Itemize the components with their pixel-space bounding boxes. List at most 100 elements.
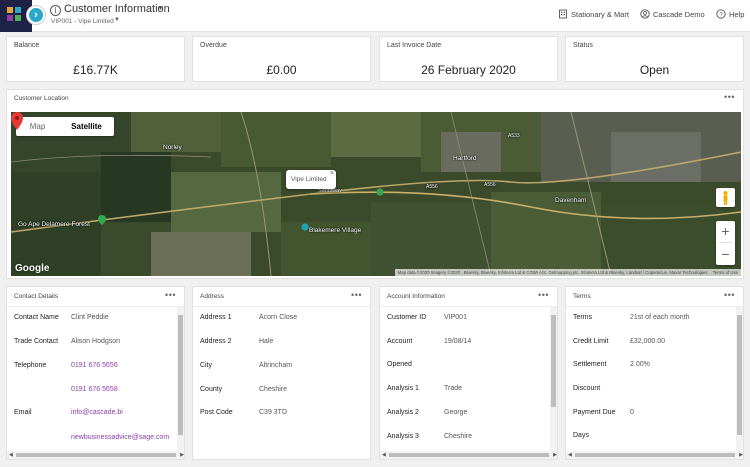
- divider: [719, 242, 732, 243]
- top-header: › i Customer Information ▼ VIP001 - Vipe…: [0, 0, 750, 32]
- detail-label: City: [200, 362, 213, 369]
- zoom-in-button[interactable]: +: [716, 221, 735, 241]
- detail-label: Address 1: [200, 314, 232, 321]
- help-link[interactable]: Help: [729, 10, 744, 19]
- vertical-scrollbar[interactable]: [736, 307, 743, 453]
- scroll-left-arrow-icon[interactable]: ◀: [382, 452, 386, 458]
- scroll-thumb[interactable]: [178, 315, 183, 435]
- record-subtitle: VIP001 - Vipe Limited: [51, 18, 114, 25]
- pegman-icon[interactable]: [716, 188, 735, 207]
- terms-of-use-link[interactable]: Terms of Use: [713, 270, 738, 275]
- horizontal-scrollbar[interactable]: ◀ ▶: [7, 451, 184, 459]
- park-marker-icon[interactable]: [98, 215, 106, 225]
- detail-value: George: [444, 409, 468, 416]
- detail-label: Credit Limit: [573, 338, 609, 345]
- divider: [193, 306, 370, 307]
- detail-value: VIP001: [444, 314, 467, 321]
- horizontal-scrollbar[interactable]: ◀ ▶: [566, 451, 743, 459]
- detail-label: Opened: [387, 361, 412, 368]
- company-selector[interactable]: Stationary & Mart: [571, 10, 629, 19]
- more-dots-icon[interactable]: •••: [351, 290, 362, 300]
- detail-label: Telephone: [14, 362, 47, 369]
- vertical-scrollbar[interactable]: [177, 307, 184, 453]
- email-link[interactable]: info@cascade.bi: [71, 409, 123, 416]
- email-link[interactable]: newbusinessadvice@sage.com: [71, 434, 169, 441]
- scroll-right-arrow-icon[interactable]: ▶: [739, 452, 743, 458]
- detail-label: Contact Name: [14, 314, 59, 321]
- kpi-card-last-invoice-date: Last Invoice Date 26 February 2020: [379, 36, 558, 82]
- horizontal-scrollbar[interactable]: ◀ ▶: [380, 451, 557, 459]
- detail-value: 2.00%: [630, 361, 650, 368]
- detail-value: Cheshire: [259, 386, 288, 393]
- more-dots-icon[interactable]: •••: [165, 290, 176, 300]
- zoom-control: + −: [716, 221, 735, 265]
- scroll-left-arrow-icon[interactable]: ◀: [568, 452, 572, 458]
- building-icon: [559, 9, 567, 19]
- zoom-out-button[interactable]: −: [716, 244, 735, 264]
- poi-marker-icon[interactable]: [376, 188, 384, 196]
- detail-value: £32,000.00: [630, 338, 666, 345]
- customer-location-panel: Customer Location ••• Map Satellite Norl…: [6, 89, 744, 279]
- forward-chevron-icon[interactable]: ›: [27, 6, 45, 24]
- more-dots-icon[interactable]: •••: [724, 290, 735, 300]
- map-attribution: Map data ©2020 Imagery ©2020 , Bluesky, …: [394, 269, 741, 276]
- title-dropdown-caret-icon[interactable]: ▼: [157, 5, 164, 12]
- panel-title: Terms: [573, 293, 591, 300]
- telephone-link[interactable]: 0191 676 5656: [71, 362, 118, 369]
- help-icon: ?: [716, 9, 726, 19]
- map-type-toggle: Map Satellite: [16, 117, 114, 136]
- kpi-value: £0.00: [266, 63, 297, 77]
- divider: [7, 306, 184, 307]
- more-dots-icon[interactable]: •••: [538, 290, 549, 300]
- kpi-value: £16.77K: [73, 63, 118, 77]
- detail-label: Customer ID: [387, 314, 427, 321]
- address-panel: Address ••• Address 1 Acorn Close Addres…: [192, 286, 371, 460]
- divider: [380, 306, 557, 307]
- detail-value: Hale: [259, 338, 274, 345]
- detail-label: Settlement: [573, 361, 607, 368]
- road-label: A533: [508, 133, 520, 139]
- detail-label: Payment Due: [573, 409, 616, 416]
- detail-value: Acorn Close: [259, 314, 298, 321]
- scroll-thumb[interactable]: [575, 453, 735, 457]
- terms-panel: Terms ••• Terms 21st of each month Credi…: [565, 286, 744, 460]
- satellite-tab[interactable]: Satellite: [59, 117, 114, 136]
- scroll-right-arrow-icon[interactable]: ▶: [553, 452, 557, 458]
- kpi-label: Status: [573, 42, 593, 49]
- map-pin-icon[interactable]: [11, 112, 23, 130]
- detail-value: Clint Peddie: [71, 314, 109, 321]
- vertical-scrollbar[interactable]: [550, 307, 557, 453]
- user-menu[interactable]: Cascade Demo: [653, 10, 705, 19]
- scroll-thumb[interactable]: [16, 453, 176, 457]
- panel-title: Customer Location: [14, 95, 69, 102]
- scroll-thumb[interactable]: [551, 315, 556, 407]
- scroll-thumb[interactable]: [737, 315, 742, 435]
- user-icon: [640, 9, 650, 19]
- detail-label: Analysis 3: [387, 433, 419, 440]
- more-dots-icon[interactable]: •••: [724, 92, 735, 102]
- detail-value: Trade: [444, 385, 463, 392]
- kpi-card-balance: Balance £16.77K: [6, 36, 185, 82]
- place-label: Go Ape Delamere Forest: [18, 221, 90, 228]
- marker-info-window: Vipe Limited ×: [286, 170, 336, 189]
- page-title: Customer Information: [64, 3, 170, 15]
- scroll-right-arrow-icon[interactable]: ▶: [180, 452, 184, 458]
- place-label: Blakemere Village: [309, 227, 362, 234]
- info-icon[interactable]: i: [50, 5, 61, 16]
- scroll-left-arrow-icon[interactable]: ◀: [9, 452, 13, 458]
- kpi-card-overdue: Overdue £0.00: [192, 36, 371, 82]
- scroll-thumb[interactable]: [389, 453, 549, 457]
- record-dropdown-caret-icon[interactable]: ▼: [114, 17, 120, 23]
- telephone-link[interactable]: 0191 676 5658: [71, 386, 118, 393]
- panel-title: Address: [200, 293, 224, 300]
- detail-label: Address 2: [200, 338, 232, 345]
- village-marker-icon[interactable]: [301, 223, 309, 231]
- satellite-map[interactable]: Map Satellite Norley Hartford Davenham S…: [11, 112, 741, 276]
- place-label: Hartford: [453, 155, 477, 162]
- close-icon[interactable]: ×: [330, 164, 334, 183]
- contact-details-panel: Contact Details ••• Contact Name Clint P…: [6, 286, 185, 460]
- panel-title: Account Information: [387, 293, 445, 300]
- detail-label: Discount: [573, 385, 601, 392]
- detail-label: Trade Contact: [14, 338, 59, 345]
- kpi-value: Open: [639, 63, 670, 77]
